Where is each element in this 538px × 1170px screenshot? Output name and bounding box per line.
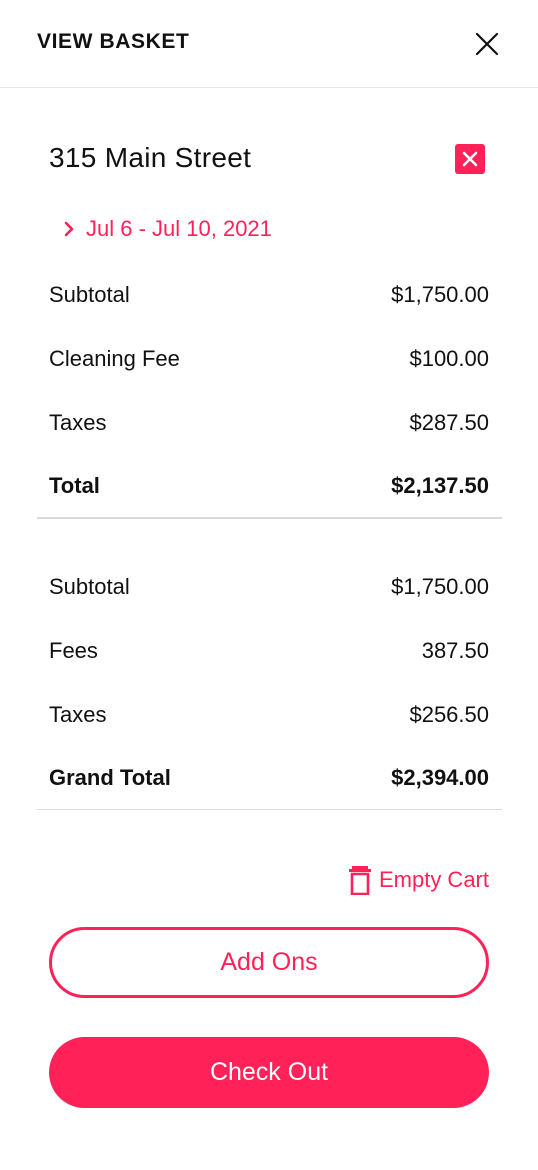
item-cleaning-fee-value: $100.00 — [409, 346, 489, 371]
summary-divider — [37, 809, 502, 810]
item-taxes-row: Taxes $287.50 — [49, 406, 489, 440]
summary-fees-value: 387.50 — [421, 638, 489, 663]
summary-fees-label: Fees — [49, 638, 98, 663]
item-subtotal-row: Subtotal $1,750.00 — [49, 278, 489, 312]
close-icon — [475, 32, 499, 56]
summary-taxes-row: Taxes $256.50 — [49, 698, 489, 732]
summary-taxes-label: Taxes — [49, 702, 107, 727]
basket-header: VIEW BASKET — [0, 0, 538, 88]
item-divider — [37, 517, 502, 519]
item-total-label: Total — [49, 473, 100, 498]
property-title: 315 Main Street — [49, 142, 252, 173]
close-button[interactable] — [470, 27, 504, 61]
grand-total-value: $2,394.00 — [391, 765, 489, 790]
date-range-label: Jul 6 - Jul 10, 2021 — [86, 216, 272, 241]
item-subtotal-value: $1,750.00 — [391, 282, 489, 307]
empty-cart-label: Empty Cart — [378, 867, 489, 892]
grand-total-row: Grand Total $2,394.00 — [49, 761, 489, 795]
date-range-toggle[interactable]: Jul 6 - Jul 10, 2021 — [60, 212, 272, 246]
item-taxes-value: $287.50 — [409, 410, 489, 435]
add-ons-button[interactable]: Add Ons — [49, 927, 489, 998]
grand-total-label: Grand Total — [49, 765, 171, 790]
item-subtotal-label: Subtotal — [49, 282, 130, 307]
trash-icon — [348, 866, 371, 895]
check-out-label: Check Out — [209, 1058, 329, 1086]
summary-taxes-value: $256.50 — [409, 702, 489, 727]
close-square-icon — [462, 151, 478, 167]
item-taxes-label: Taxes — [49, 410, 107, 435]
chevron-right-icon — [64, 221, 74, 237]
empty-cart-button[interactable]: Empty Cart — [348, 862, 489, 898]
add-ons-label: Add Ons — [220, 948, 318, 976]
summary-fees-row: Fees 387.50 — [49, 634, 489, 668]
item-total-row: Total $2,137.50 — [49, 469, 489, 503]
check-out-button[interactable]: Check Out — [49, 1037, 489, 1108]
item-cleaning-fee-row: Cleaning Fee $100.00 — [49, 342, 489, 376]
item-total-value: $2,137.50 — [391, 473, 489, 498]
summary-subtotal-label: Subtotal — [49, 574, 130, 599]
summary-subtotal-value: $1,750.00 — [391, 574, 489, 599]
remove-item-button[interactable] — [455, 144, 485, 174]
item-cleaning-fee-label: Cleaning Fee — [49, 346, 180, 371]
summary-subtotal-row: Subtotal $1,750.00 — [49, 570, 489, 604]
basket-title: VIEW BASKET — [37, 30, 190, 53]
